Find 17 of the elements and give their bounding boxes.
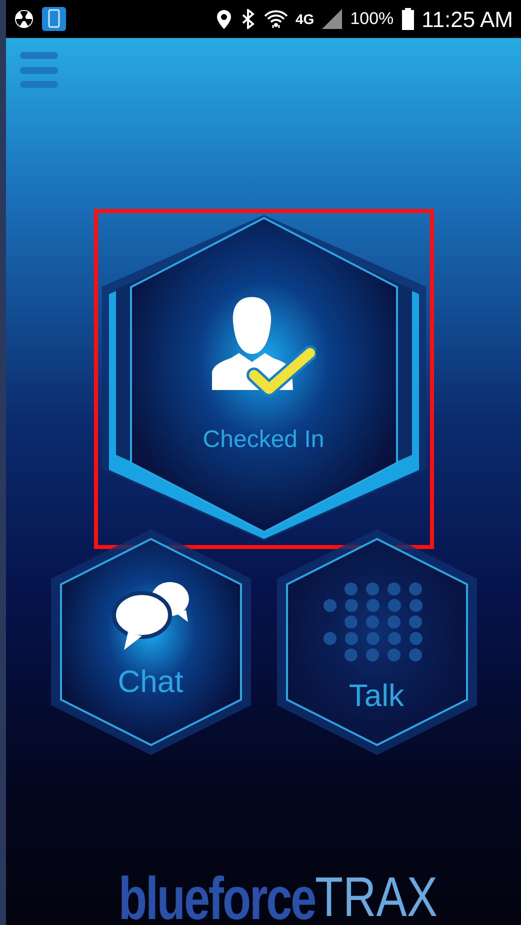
menu-button[interactable] — [20, 52, 58, 88]
logo-text: blueforce — [118, 869, 315, 925]
network-type: 4G — [296, 10, 314, 28]
status-time: 11:25 AM — [422, 6, 513, 34]
radiation-icon — [14, 9, 34, 29]
talk-tile-button[interactable]: Talk — [276, 529, 476, 755]
signal-icon — [322, 9, 342, 29]
chat-bubbles-icon — [110, 579, 192, 653]
phone-icon — [42, 7, 66, 31]
bluetooth-icon — [240, 9, 256, 29]
battery-percent: 100% — [350, 8, 394, 30]
chat-tile-button[interactable]: Chat — [50, 529, 250, 755]
location-icon — [216, 8, 232, 30]
logo-text: TRAX — [314, 869, 438, 925]
battery-icon — [402, 8, 414, 30]
checkin-tile-button[interactable]: Checked In — [102, 215, 426, 541]
wifi-icon — [264, 8, 288, 30]
